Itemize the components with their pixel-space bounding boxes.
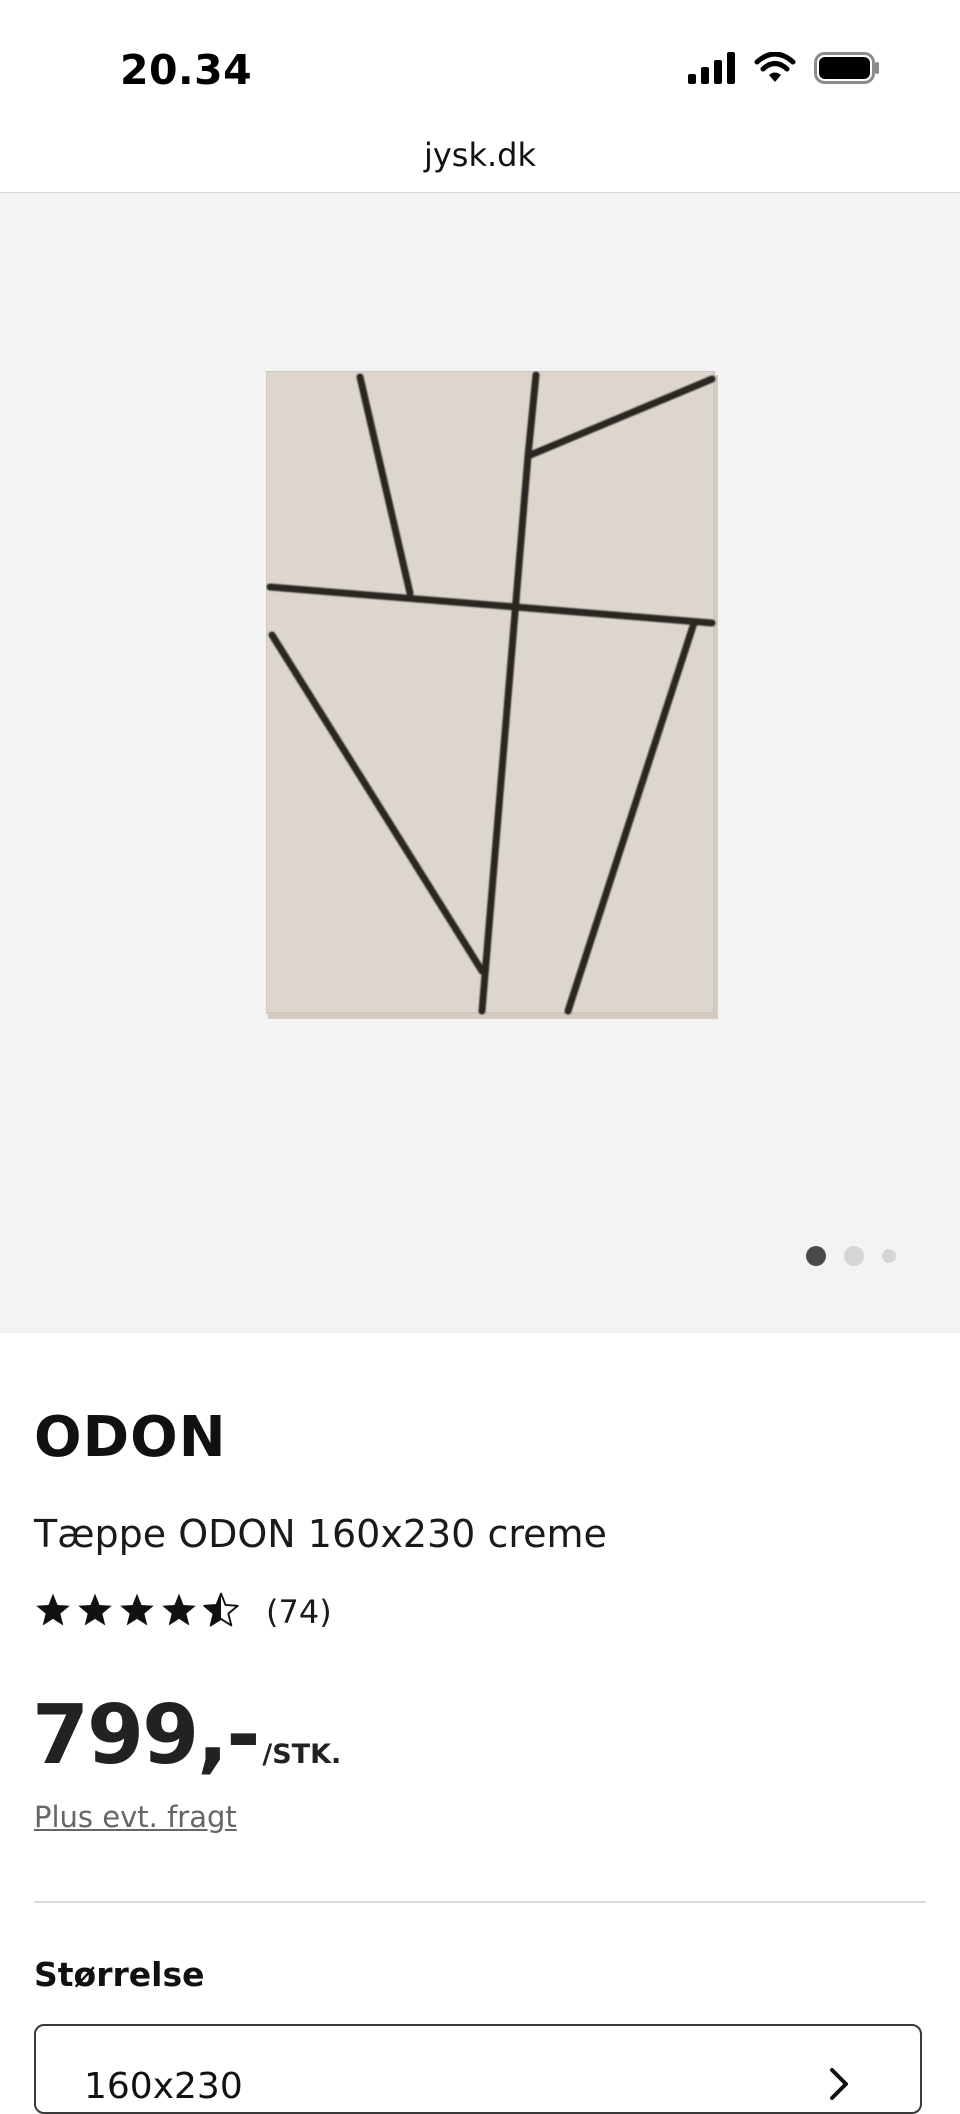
star-full-icon	[34, 1592, 72, 1632]
size-select[interactable]: 160x230	[34, 2024, 922, 2114]
gallery-dot-1[interactable]	[806, 1246, 826, 1266]
size-label: Størrelse	[34, 1955, 205, 1994]
price: 799,- /STK.	[32, 1688, 341, 1783]
status-time: 20.34	[120, 46, 253, 94]
chevron-right-icon	[828, 2066, 850, 2106]
battery-icon	[814, 52, 880, 88]
price-unit: /STK.	[262, 1739, 342, 1770]
gallery-pagination[interactable]	[806, 1246, 896, 1266]
star-full-icon	[76, 1592, 114, 1632]
star-rating	[34, 1592, 240, 1632]
product-image[interactable]	[265, 370, 718, 1025]
status-bar: 20.34	[0, 0, 960, 130]
divider	[34, 1901, 926, 1903]
wifi-icon	[754, 51, 796, 88]
product-brand: ODON	[34, 1405, 227, 1470]
rating[interactable]: (74)	[34, 1592, 332, 1632]
cellular-signal-icon	[688, 52, 736, 88]
product-gallery[interactable]	[0, 193, 960, 1333]
star-half-icon	[202, 1592, 240, 1632]
price-value: 799,-	[32, 1688, 260, 1783]
star-full-icon	[118, 1592, 156, 1632]
gallery-dot-3[interactable]	[882, 1249, 896, 1263]
shipping-link[interactable]: Plus evt. fragt	[34, 1800, 237, 1834]
review-count[interactable]: (74)	[266, 1593, 332, 1631]
product-name: Tæppe ODON 160x230 creme	[34, 1512, 607, 1556]
url-bar[interactable]: jysk.dk	[0, 130, 960, 193]
gallery-dot-2[interactable]	[844, 1246, 864, 1266]
star-full-icon	[160, 1592, 198, 1632]
status-icons	[688, 51, 880, 88]
size-select-value: 160x230	[84, 2066, 243, 2107]
url-text: jysk.dk	[423, 136, 537, 174]
